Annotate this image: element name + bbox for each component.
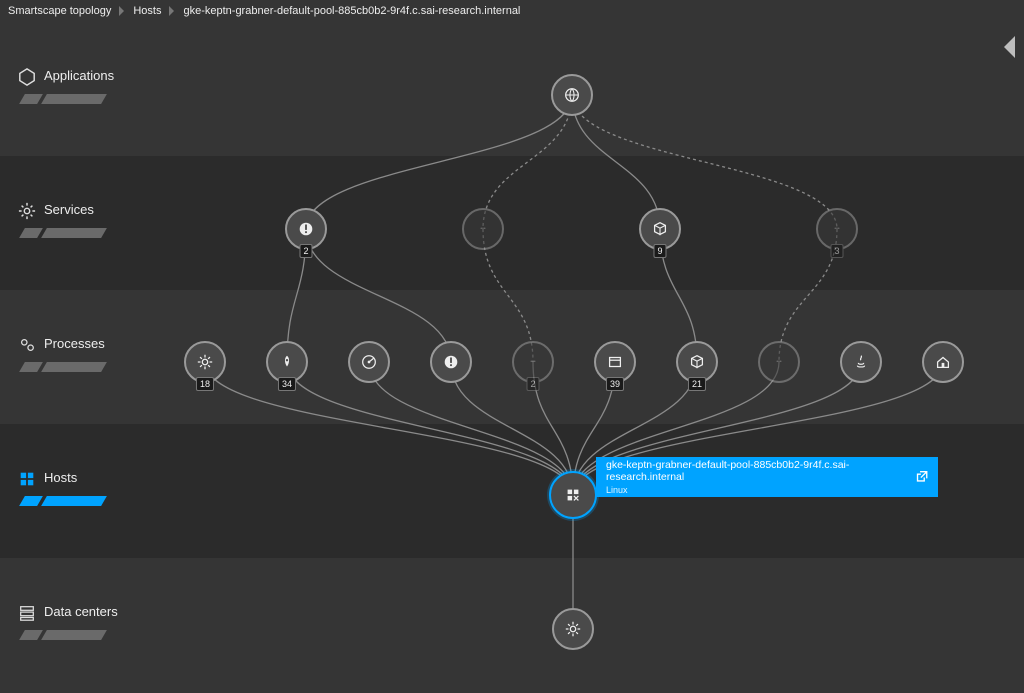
node-p4[interactable]	[430, 341, 472, 383]
node-svc3[interactable]: 9	[639, 208, 681, 250]
node-badge: 9	[653, 244, 666, 258]
external-link-icon[interactable]	[915, 470, 928, 484]
node-app1[interactable]	[551, 74, 593, 116]
breadcrumb-root[interactable]: Smartscape topology	[8, 5, 111, 17]
node-svc2[interactable]: •••	[462, 208, 504, 250]
node-badge: 21	[688, 377, 706, 391]
node-p7[interactable]: 21	[676, 341, 718, 383]
node-badge: 3	[830, 244, 843, 258]
chevron-right-icon	[169, 6, 175, 16]
node-badge: 18	[196, 377, 214, 391]
node-badge: 2	[526, 377, 539, 391]
chevron-right-icon	[119, 6, 125, 16]
node-badge: 34	[278, 377, 296, 391]
node-p2[interactable]: 34	[266, 341, 308, 383]
node-p8[interactable]: •••	[758, 341, 800, 383]
node-p10[interactable]	[922, 341, 964, 383]
node-badge: 39	[606, 377, 624, 391]
host-card-subtitle: Linux	[606, 485, 915, 495]
nodes-layer: 2•••9•••31834•••23921•••	[0, 22, 1024, 693]
node-dc[interactable]	[552, 608, 594, 650]
node-p6[interactable]: 39	[594, 341, 636, 383]
host-card-title: gke-keptn-grabner-default-pool-885cb0b2-…	[606, 459, 915, 483]
breadcrumb-current: gke-keptn-grabner-default-pool-885cb0b2-…	[183, 5, 520, 17]
node-p5[interactable]: •••2	[512, 341, 554, 383]
breadcrumb: Smartscape topology Hosts gke-keptn-grab…	[0, 0, 1024, 22]
node-p9[interactable]	[840, 341, 882, 383]
breadcrumb-hosts[interactable]: Hosts	[133, 5, 161, 17]
host-details-card[interactable]: gke-keptn-grabner-default-pool-885cb0b2-…	[596, 457, 938, 497]
node-svc4[interactable]: •••3	[816, 208, 858, 250]
node-host[interactable]	[549, 471, 597, 519]
node-svc1[interactable]: 2	[285, 208, 327, 250]
node-badge: 2	[299, 244, 312, 258]
node-p1[interactable]: 18	[184, 341, 226, 383]
node-p3[interactable]	[348, 341, 390, 383]
